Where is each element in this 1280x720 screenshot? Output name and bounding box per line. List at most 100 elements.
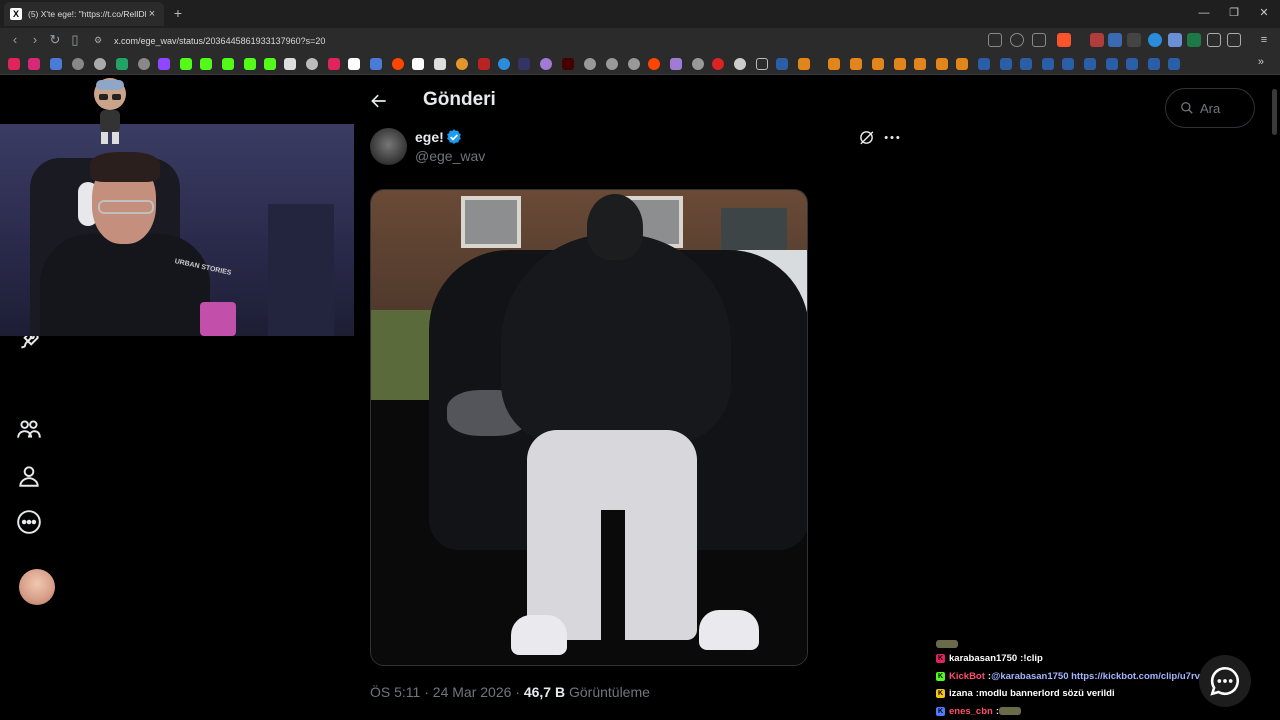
bookmark-icon[interactable] — [894, 58, 906, 70]
bookmark-icon[interactable] — [828, 58, 840, 70]
bookmark-icon[interactable] — [712, 58, 724, 70]
bookmark-steam-icon[interactable] — [1062, 58, 1074, 70]
bookmark-icon[interactable] — [692, 58, 704, 70]
window-minimize-button[interactable]: — — [1192, 4, 1216, 22]
bookmark-reddit-icon[interactable] — [392, 58, 404, 70]
bookmark-icon[interactable] — [306, 58, 318, 70]
extension-icon[interactable] — [1168, 33, 1182, 47]
nav-more[interactable] — [16, 509, 46, 539]
more-options-icon[interactable] — [882, 129, 902, 146]
zoom-icon[interactable] — [1010, 33, 1024, 47]
window-close-button[interactable]: ✕ — [1252, 4, 1276, 22]
bookmark-kick-icon[interactable] — [180, 58, 192, 70]
author-handle[interactable]: @ege_wav — [415, 148, 485, 164]
bookmark-icon[interactable] — [670, 58, 682, 70]
bookmark-icon[interactable] — [456, 58, 468, 70]
bookmark-youtube-icon[interactable] — [8, 58, 20, 70]
bookmark-icon[interactable] — [562, 58, 574, 70]
browser-back-icon[interactable]: ‹ — [6, 31, 24, 49]
search-input[interactable]: Ara — [1165, 88, 1255, 128]
bookmark-icon[interactable] — [518, 58, 530, 70]
bookmark-folder-icon[interactable] — [756, 58, 768, 70]
site-info-icon[interactable]: ⚙ — [94, 35, 108, 46]
bookmarks-overflow-icon[interactable]: » — [1258, 56, 1264, 68]
messages-drawer-button[interactable] — [1199, 655, 1251, 707]
back-arrow-icon[interactable] — [369, 91, 389, 111]
bookmark-steam-icon[interactable] — [1042, 58, 1054, 70]
bookmark-icon[interactable] — [94, 58, 106, 70]
bookmark-amazon-icon[interactable] — [434, 58, 446, 70]
bookmark-kick-icon[interactable] — [200, 58, 212, 70]
author-name[interactable]: ege! — [415, 129, 444, 145]
window-restore-button[interactable]: ❐ — [1222, 4, 1246, 22]
share-icon[interactable] — [1032, 33, 1046, 47]
bookmark-icon[interactable] — [284, 58, 296, 70]
bookmark-instagram-icon[interactable] — [28, 58, 40, 70]
bookmark-icon[interactable] — [50, 58, 62, 70]
bookmark-icon[interactable] — [412, 58, 424, 70]
post-date[interactable]: 24 Mar 2026 — [433, 684, 512, 700]
excel-extension-icon[interactable] — [1187, 33, 1201, 47]
bookmark-twitch-icon[interactable] — [158, 58, 170, 70]
bookmark-steam-icon[interactable] — [776, 58, 788, 70]
bookmark-icon[interactable] — [244, 58, 256, 70]
bookmark-icon[interactable] — [628, 58, 640, 70]
bookmark-icon[interactable] — [540, 58, 552, 70]
bookmark-icon[interactable] — [734, 58, 746, 70]
post-time[interactable]: ÖS 5:11 — [370, 684, 420, 700]
bookmark-icon[interactable] — [850, 58, 862, 70]
extension-icon[interactable] — [1090, 33, 1104, 47]
extensions-puzzle-icon[interactable] — [1207, 33, 1221, 47]
bookmark-x-icon[interactable] — [348, 58, 360, 70]
reload-icon[interactable]: ↻ — [46, 31, 64, 49]
address-bar[interactable]: ⚙ x.com/ege_wav/status/20364458619331379… — [90, 31, 980, 50]
bookmark-icon[interactable] — [328, 58, 340, 70]
bookmark-steam-icon[interactable] — [1000, 58, 1012, 70]
extension-icon[interactable] — [1127, 33, 1141, 47]
brave-shield-icon[interactable] — [1057, 33, 1071, 47]
bookmark-steam-icon[interactable] — [1148, 58, 1160, 70]
chat-emote-line — [936, 637, 958, 651]
bookmark-icon[interactable] — [478, 58, 490, 70]
scrollbar-thumb[interactable] — [1272, 89, 1277, 135]
bookmark-steam-icon[interactable] — [1084, 58, 1096, 70]
bookmark-steam-icon[interactable] — [1168, 58, 1180, 70]
bookmark-icon[interactable] — [956, 58, 968, 70]
bookmark-icon[interactable] — [606, 58, 618, 70]
nav-profile[interactable] — [16, 463, 46, 493]
sidebar-toggle-icon[interactable] — [1227, 33, 1241, 47]
bookmark-icon[interactable] — [370, 58, 382, 70]
bookmark-icon[interactable]: ▯ — [66, 31, 84, 49]
bookmark-icon[interactable] — [648, 58, 660, 70]
bookmark-icon[interactable] — [138, 58, 150, 70]
browser-tab[interactable]: X (5) X'te ege!: "https://t.co/RelIDEt..… — [4, 2, 164, 26]
bookmark-drive-icon[interactable] — [116, 58, 128, 70]
bookmark-steam-icon[interactable] — [1020, 58, 1032, 70]
bookmark-icon[interactable] — [914, 58, 926, 70]
bookmark-steam-icon[interactable] — [1106, 58, 1118, 70]
streamer-body — [40, 234, 210, 336]
browser-forward-icon[interactable]: › — [26, 31, 44, 49]
extension-icon[interactable] — [1148, 33, 1162, 47]
author-avatar[interactable] — [370, 128, 407, 165]
bookmark-steam-icon[interactable] — [1126, 58, 1138, 70]
nav-communities[interactable] — [16, 416, 46, 446]
grok-icon[interactable] — [858, 129, 875, 146]
bookmark-icon[interactable] — [72, 58, 84, 70]
bookmark-icon[interactable] — [584, 58, 596, 70]
account-avatar[interactable] — [19, 569, 55, 605]
bookmark-steam-icon[interactable] — [978, 58, 990, 70]
bookmark-icon[interactable] — [264, 58, 276, 70]
bookmark-icon[interactable] — [872, 58, 884, 70]
bookmark-icon[interactable] — [798, 58, 810, 70]
bookmark-icon[interactable] — [498, 58, 510, 70]
cast-icon[interactable] — [988, 33, 1002, 47]
tab-close-button[interactable]: × — [146, 8, 158, 20]
bookmark-kick-icon[interactable] — [222, 58, 234, 70]
menu-icon[interactable]: ≡ — [1257, 33, 1271, 47]
new-tab-button[interactable]: + — [170, 4, 186, 22]
extension-icon[interactable] — [1108, 33, 1122, 47]
bookmark-icon[interactable] — [936, 58, 948, 70]
post-media-image[interactable] — [370, 189, 808, 666]
nav-bell[interactable] — [16, 333, 42, 353]
